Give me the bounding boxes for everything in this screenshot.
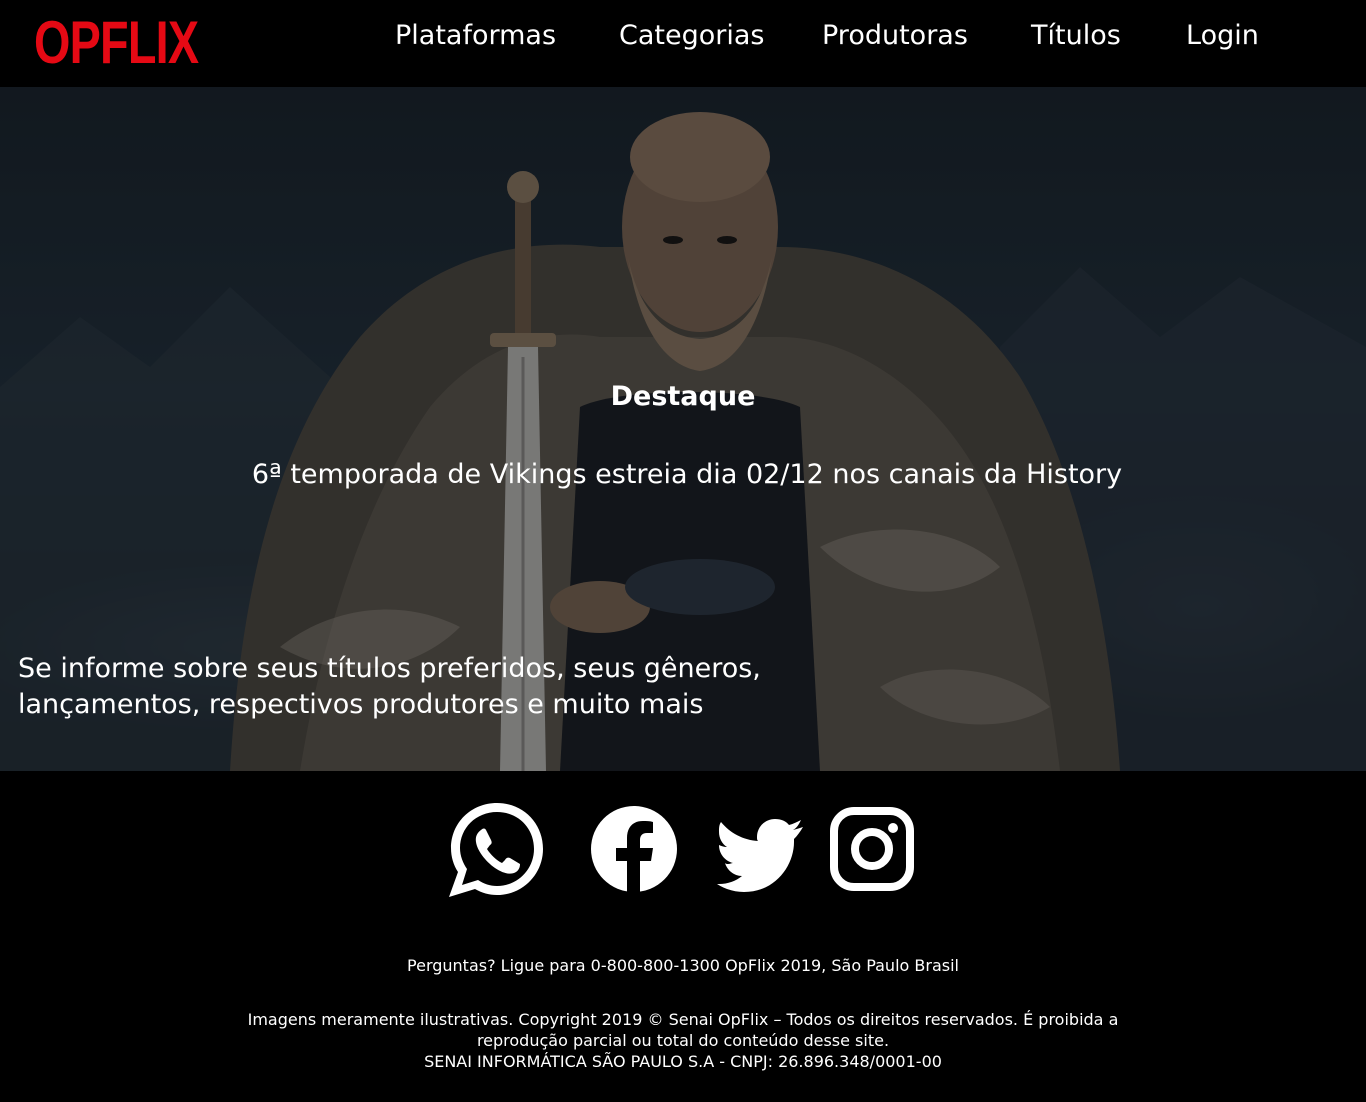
site-footer: Perguntas? Ligue para 0-800-800-1300 OpF… [0,771,1366,1102]
hero-tagline: Se informe sobre seus títulos preferidos… [18,653,761,720]
nav-plataformas-link[interactable]: Plataformas [395,18,556,54]
featured-headline: 6ª temporada de Vikings estreia dia 02/1… [251,459,1123,490]
nav-produtoras-link[interactable]: Produtoras [822,18,968,54]
opflix-logo[interactable]: OPFLIX [34,8,199,78]
copyright-text: Imagens meramente ilustrativas. Copyrigh… [247,1010,1119,1050]
nav-categorias-link[interactable]: Categorias [619,18,764,54]
instagram-icon[interactable] [830,797,914,901]
site-header: OPFLIX Plataformas Categorias Produtoras… [0,0,1366,87]
copyright-notice: Imagens meramente ilustrativas. Copyrigh… [240,1009,1126,1072]
nav-titulos-link[interactable]: Títulos [1031,18,1121,54]
contact-info: Perguntas? Ligue para 0-800-800-1300 OpF… [407,956,959,975]
whatsapp-icon[interactable] [445,797,549,901]
facebook-icon[interactable] [590,797,678,901]
hero-banner: Destaque 6ª temporada de Vikings estreia… [0,87,1366,771]
nav-login-link[interactable]: Login [1186,18,1259,54]
twitter-icon[interactable] [717,797,805,901]
company-cnpj: SENAI INFORMÁTICA SÃO PAULO S.A - CNPJ: … [424,1052,942,1071]
featured-section-title: Destaque [610,381,756,412]
